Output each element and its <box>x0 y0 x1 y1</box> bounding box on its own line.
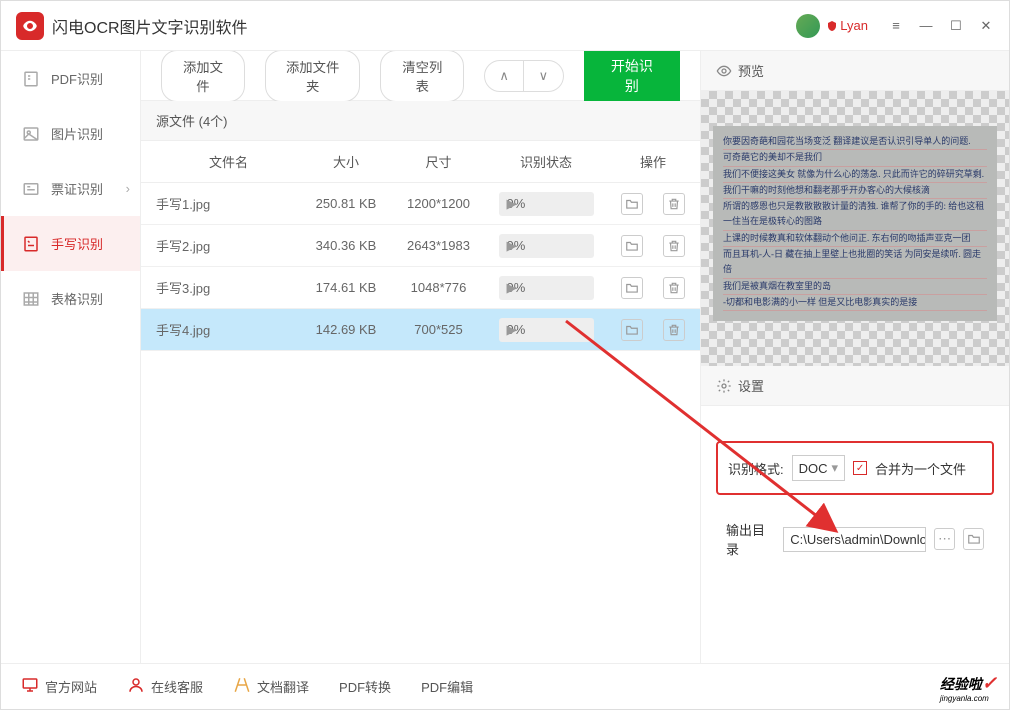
handwriting-icon <box>21 234 41 254</box>
sidebar-item-label: 手写识别 <box>51 234 103 253</box>
clear-list-button[interactable]: 清空列表 <box>380 51 464 102</box>
cell-size: 174.61 KB <box>301 280 391 295</box>
footer-pdf-edit[interactable]: PDF编辑 <box>421 677 473 696</box>
format-select[interactable]: DOC ▾ <box>792 455 845 481</box>
cell-size: 250.81 KB <box>301 196 391 211</box>
sidebar-item-pdf[interactable]: PDF识别 <box>1 51 140 106</box>
nav-down-button[interactable]: ∨ <box>524 61 563 91</box>
open-folder-button[interactable] <box>963 528 984 550</box>
format-settings-highlight: 识别格式: DOC ▾ ✓ 合并为一个文件 <box>716 441 994 495</box>
delete-icon[interactable] <box>663 235 685 257</box>
add-file-button[interactable]: 添加文件 <box>161 51 245 102</box>
preview-header: 预览 <box>701 51 1009 91</box>
sidebar-item-handwriting[interactable]: 手写识别 <box>1 216 140 271</box>
col-filename: 文件名 <box>141 152 301 171</box>
cell-size: 142.69 KB <box>301 322 391 337</box>
col-status: 识别状态 <box>486 152 606 171</box>
browse-button[interactable]: ⋯ <box>934 528 955 550</box>
user-name[interactable]: Lyan <box>826 18 868 33</box>
sidebar-item-label: 图片识别 <box>51 124 103 143</box>
sidebar-item-label: 表格识别 <box>51 289 103 308</box>
source-files-header: 源文件 (4个) <box>141 101 700 141</box>
image-icon <box>21 124 41 144</box>
output-path-input[interactable]: C:\Users\admin\Downlo <box>783 527 926 552</box>
nav-up-button[interactable]: ∧ <box>485 61 524 91</box>
table-row[interactable]: 手写2.jpg 340.36 KB 2643*1983 0%▶ <box>141 225 700 267</box>
chevron-right-icon: › <box>126 181 130 196</box>
monitor-icon <box>21 676 39 697</box>
add-folder-button[interactable]: 添加文件夹 <box>265 51 360 102</box>
play-icon[interactable]: ▶ <box>499 196 517 212</box>
cell-size: 340.36 KB <box>301 238 391 253</box>
nav-group: ∧ ∨ <box>484 60 564 92</box>
progress-bar[interactable]: 0%▶ <box>499 318 594 342</box>
cell-filename: 手写4.jpg <box>141 320 301 339</box>
footer: 官方网站 在线客服 文档翻译 PDF转换 PDF编辑 <box>1 663 1009 709</box>
delete-icon[interactable] <box>663 193 685 215</box>
table-header: 文件名 大小 尺寸 识别状态 操作 <box>141 141 700 183</box>
format-label: 识别格式: <box>728 459 784 478</box>
menu-icon[interactable]: ≡ <box>888 18 904 34</box>
table-row[interactable]: 手写4.jpg 142.69 KB 700*525 0%▶ <box>141 309 700 351</box>
delete-icon[interactable] <box>663 277 685 299</box>
sidebar-item-label: 票证识别 <box>51 179 103 198</box>
gear-icon <box>716 378 732 394</box>
table-icon <box>21 289 41 309</box>
ticket-icon <box>21 179 41 199</box>
start-recognition-button[interactable]: 开始识别 <box>584 51 680 104</box>
play-icon[interactable]: ▶ <box>499 322 517 338</box>
cell-dimensions: 700*525 <box>391 322 486 337</box>
cell-dimensions: 1048*776 <box>391 280 486 295</box>
maximize-icon[interactable]: ☐ <box>948 18 964 34</box>
eye-icon <box>716 63 732 79</box>
chevron-down-icon: ▾ <box>832 460 839 476</box>
cell-dimensions: 1200*1200 <box>391 196 486 211</box>
open-folder-icon[interactable] <box>621 193 643 215</box>
titlebar: 闪电OCR图片文字识别软件 Lyan ≡ — ☐ ✕ <box>1 1 1009 51</box>
pdf-icon <box>21 69 41 89</box>
delete-icon[interactable] <box>663 319 685 341</box>
sidebar-item-ticket[interactable]: 票证识别 › <box>1 161 140 216</box>
sidebar-item-label: PDF识别 <box>51 69 103 88</box>
open-folder-icon[interactable] <box>621 235 643 257</box>
col-size: 大小 <box>301 152 391 171</box>
play-icon[interactable]: ▶ <box>499 280 517 296</box>
open-folder-icon[interactable] <box>621 277 643 299</box>
app-logo-icon <box>16 12 44 40</box>
watermark: 经验啦✓ jingyanla.com <box>940 673 997 703</box>
footer-pdf-convert[interactable]: PDF转换 <box>339 677 391 696</box>
table-row[interactable]: 手写1.jpg 250.81 KB 1200*1200 0%▶ <box>141 183 700 225</box>
play-icon[interactable]: ▶ <box>499 238 517 254</box>
col-operations: 操作 <box>606 152 700 171</box>
footer-official-site[interactable]: 官方网站 <box>21 676 97 697</box>
sidebar-item-table[interactable]: 表格识别 <box>1 271 140 326</box>
progress-bar[interactable]: 0%▶ <box>499 192 594 216</box>
progress-bar[interactable]: 0%▶ <box>499 234 594 258</box>
merge-checkbox[interactable]: ✓ <box>853 461 867 475</box>
app-title: 闪电OCR图片文字识别软件 <box>52 14 796 38</box>
col-dimensions: 尺寸 <box>391 152 486 171</box>
progress-bar[interactable]: 0%▶ <box>499 276 594 300</box>
support-icon <box>127 676 145 697</box>
settings-header: 设置 <box>701 366 1009 406</box>
toolbar: 添加文件 添加文件夹 清空列表 ∧ ∨ 开始识别 <box>141 51 700 101</box>
cell-filename: 手写1.jpg <box>141 194 301 213</box>
cell-filename: 手写2.jpg <box>141 236 301 255</box>
footer-support[interactable]: 在线客服 <box>127 676 203 697</box>
translate-icon <box>233 676 251 697</box>
user-avatar[interactable] <box>796 14 820 38</box>
table-row[interactable]: 手写3.jpg 174.61 KB 1048*776 0%▶ <box>141 267 700 309</box>
cell-dimensions: 2643*1983 <box>391 238 486 253</box>
footer-translate[interactable]: 文档翻译 <box>233 676 309 697</box>
close-icon[interactable]: ✕ <box>978 18 994 34</box>
sidebar: PDF识别 图片识别 票证识别 › 手写识别 表格识别 <box>1 51 141 663</box>
cell-filename: 手写3.jpg <box>141 278 301 297</box>
merge-label: 合并为一个文件 <box>875 459 966 478</box>
preview-image: 你要因奇葩和园花当场变泛 翻译建议是否认识引导单人的问题.可奇葩它的美却不是我们… <box>701 91 1009 366</box>
output-label: 输出目录 <box>726 520 775 558</box>
minimize-icon[interactable]: — <box>918 18 934 34</box>
open-folder-icon[interactable] <box>621 319 643 341</box>
sidebar-item-image[interactable]: 图片识别 <box>1 106 140 161</box>
